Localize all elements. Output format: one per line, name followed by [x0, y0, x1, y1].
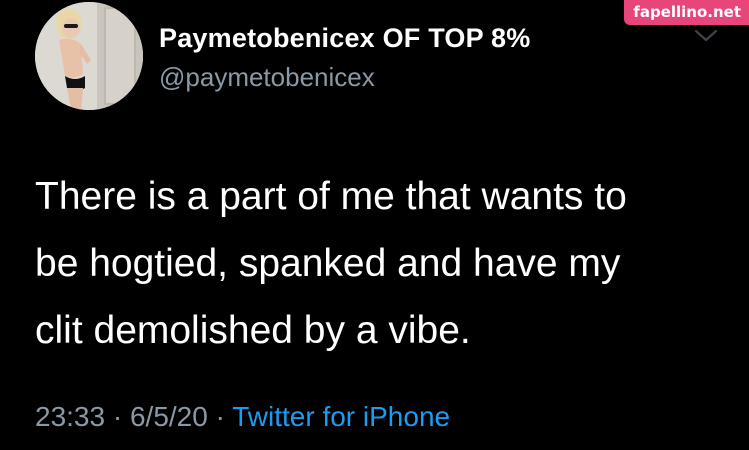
- tweet-source-link[interactable]: Twitter for iPhone: [232, 401, 450, 432]
- display-name[interactable]: Paymetobenicex OF TOP 8%: [159, 23, 530, 54]
- meta-separator: ·: [215, 401, 225, 432]
- watermark: fapellino.net: [624, 0, 749, 25]
- avatar-image: [35, 2, 143, 110]
- tweet-text: There is a part of me that wants to be h…: [35, 163, 725, 364]
- tweet-time: 23:33: [35, 401, 106, 432]
- chevron-down-icon[interactable]: [692, 26, 720, 46]
- tweet-text-line: be hogtied, spanked and have my: [35, 242, 621, 285]
- tweet-date: 6/5/20: [129, 401, 208, 432]
- tweet-card: Paymetobenicex OF TOP 8% @paymetobenicex…: [0, 0, 749, 450]
- avatar[interactable]: [35, 2, 143, 110]
- meta-separator: ·: [112, 401, 123, 432]
- tweet-text-line: There is a part of me that wants to: [35, 175, 627, 218]
- chevron-down-icon-graphic: [694, 29, 718, 42]
- user-handle[interactable]: @paymetobenicex: [159, 62, 375, 93]
- tweet-text-line: clit demolished by a vibe.: [35, 309, 471, 352]
- tweet-metadata: 23:33 · 6/5/20 · Twitter for iPhone: [35, 401, 450, 433]
